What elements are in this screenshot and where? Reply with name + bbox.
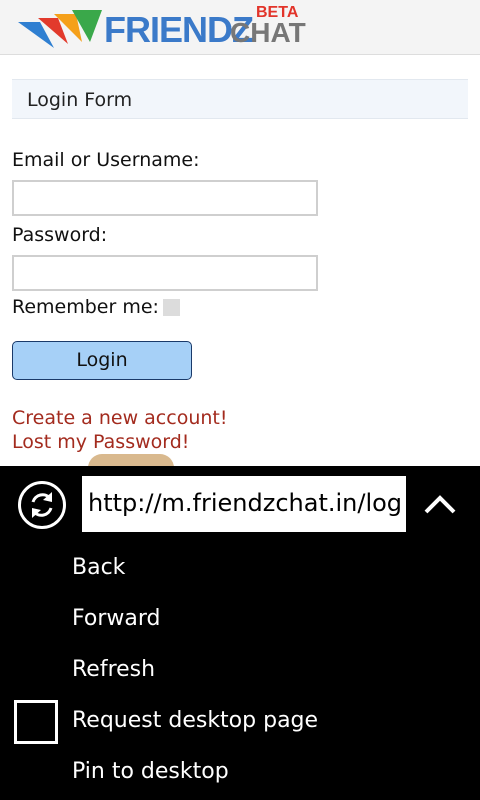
lost-password-link[interactable]: Lost my Password! [12, 431, 189, 453]
email-field[interactable] [12, 180, 318, 216]
menu-item-forward[interactable]: Forward [72, 606, 160, 631]
refresh-icon[interactable] [18, 481, 66, 529]
menu-item-refresh[interactable]: Refresh [72, 657, 155, 682]
friendzchat-logo[interactable]: FRIENDZ BETA CHAT [18, 4, 306, 50]
remember-me-label: Remember me: [12, 296, 159, 318]
address-bar-url: http://m.friendzchat.in/log [88, 489, 403, 517]
password-label: Password: [12, 224, 108, 246]
chevron-up-icon[interactable] [420, 490, 460, 518]
login-button[interactable]: Login [12, 341, 192, 380]
create-account-link[interactable]: Create a new account! [12, 407, 227, 429]
email-label: Email or Username: [12, 149, 200, 171]
menu-item-pin-desktop[interactable]: Pin to desktop [72, 759, 229, 784]
logo-arrows-icon [18, 10, 102, 48]
password-field[interactable] [12, 255, 318, 291]
menu-item-back[interactable]: Back [72, 555, 125, 580]
logo-chat-word: CHAT [230, 17, 306, 48]
request-desktop-checkbox[interactable] [14, 700, 58, 744]
menu-item-request-desktop[interactable]: Request desktop page [72, 708, 318, 733]
login-form-title: Login Form [27, 89, 133, 111]
site-header: FRIENDZ BETA CHAT [0, 0, 480, 55]
remember-me-checkbox[interactable] [163, 299, 180, 316]
address-bar[interactable]: http://m.friendzchat.in/log [82, 476, 406, 532]
login-form-title-bar: Login Form [12, 79, 468, 119]
